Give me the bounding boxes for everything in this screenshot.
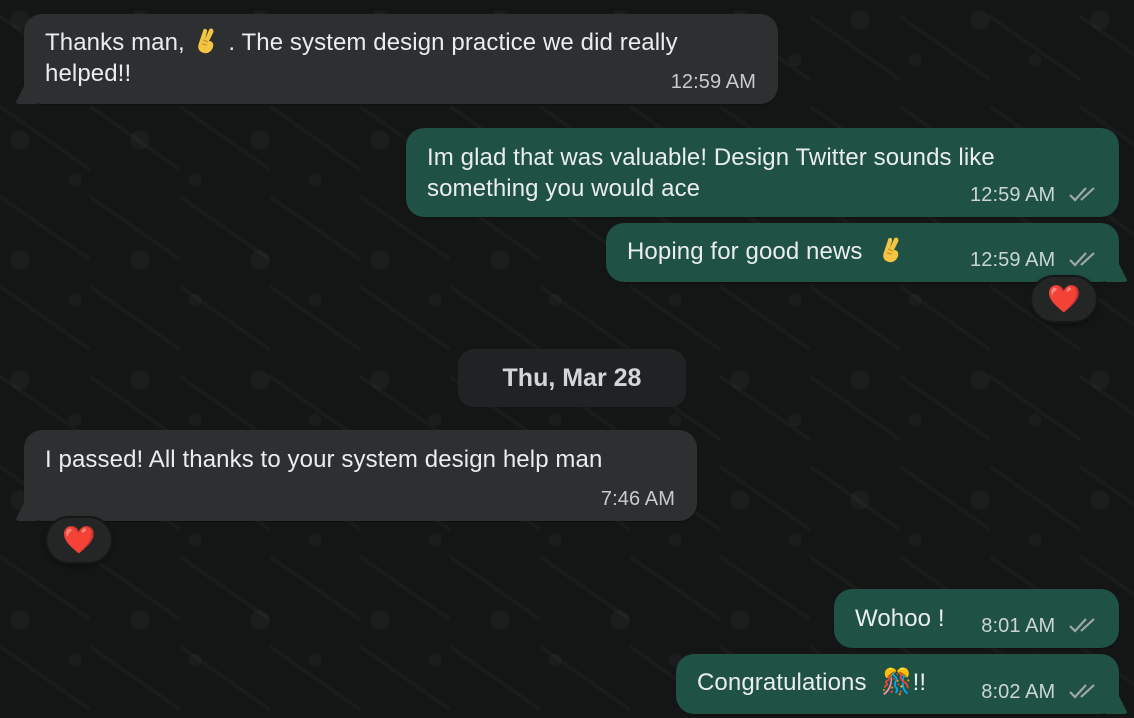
double-check-icon	[1069, 252, 1095, 267]
message-text-part: Congratulations	[697, 669, 867, 696]
incoming-message[interactable]: Thanks man, . The system design practice…	[15, 14, 778, 104]
double-check-icon	[1069, 684, 1095, 699]
message-text: I passed! All thanks to your system desi…	[45, 446, 603, 473]
message-time: 12:59 AM	[970, 249, 1056, 271]
message-time: 8:01 AM	[981, 615, 1056, 637]
double-check-icon	[1069, 187, 1095, 202]
confetti-icon: 🎊	[881, 668, 913, 696]
message-text-part: !!	[912, 669, 927, 696]
fingers-crossed-icon	[195, 28, 219, 55]
fingers-crossed-icon	[880, 237, 904, 264]
heart-icon: ❤️	[62, 525, 96, 555]
incoming-message[interactable]: I passed! All thanks to your system desi…	[15, 430, 697, 521]
message-text-part: Thanks man,	[45, 29, 185, 56]
message-text: Thanks man, . The system design practice…	[45, 27, 758, 58]
heart-reaction[interactable]: ❤️	[45, 516, 113, 564]
heart-reaction[interactable]: ❤️	[1030, 275, 1098, 323]
message-meta: 12:59 AM	[970, 249, 1097, 271]
message-meta: 8:02 AM	[981, 681, 1097, 703]
date-separator: Thu, Mar 28	[458, 349, 686, 407]
message-meta: 8:01 AM	[981, 615, 1097, 637]
message-text-line: Im glad that was valuable! Design Twitte…	[427, 144, 995, 171]
outgoing-message[interactable]: Im glad that was valuable! Design Twitte…	[406, 128, 1119, 217]
outgoing-message[interactable]: Congratulations 🎊!! 8:02 AM	[676, 654, 1128, 714]
double-check-icon	[1069, 618, 1095, 633]
message-time: 7:46 AM	[600, 488, 675, 510]
message-time: 8:02 AM	[981, 681, 1056, 703]
message-meta: 12:59 AM	[970, 184, 1097, 206]
message-text-part: Hoping for good news	[627, 238, 863, 265]
message-time: 12:59 AM	[670, 71, 756, 93]
message-time: 12:59 AM	[970, 184, 1056, 206]
outgoing-message[interactable]: Wohoo ! 8:01 AM	[834, 589, 1119, 648]
outgoing-message[interactable]: Hoping for good news 12:59 AM	[606, 223, 1128, 282]
message-text-line: helped!!	[45, 60, 132, 87]
message-text-part: . The system design practice we did real…	[228, 29, 678, 56]
heart-icon: ❤️	[1047, 284, 1081, 314]
